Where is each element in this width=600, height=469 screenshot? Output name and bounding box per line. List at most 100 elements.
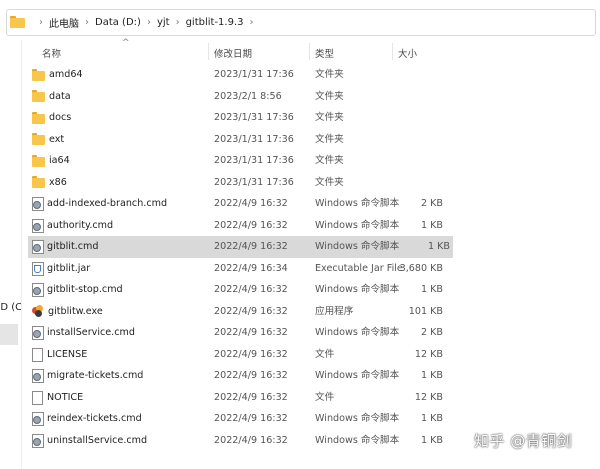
file-size: 2 KB	[420, 327, 443, 338]
file-row[interactable]: docs 2023/1/31 17:36 文件夹	[22, 107, 452, 129]
file-type: 文件	[315, 391, 335, 403]
file-row[interactable]: add-indexed-branch.cmd 2022/4/9 16:32 Wind…	[22, 193, 452, 215]
file-name-cell[interactable]: amd64	[32, 64, 83, 86]
file-row[interactable]: uninstallService.cmd 2022/4/9 16:32 Window…	[22, 430, 452, 452]
folder-icon	[32, 111, 45, 124]
file-modified-date: 2022/4/9 16:32	[214, 391, 288, 403]
chevron-right-icon[interactable]: ›	[176, 17, 180, 28]
file-type: 文件夹	[315, 90, 344, 102]
file-name-cell[interactable]: ext	[32, 129, 64, 151]
file-name: docs	[49, 112, 72, 124]
file-modified-date: 2023/1/31 17:36	[214, 155, 294, 166]
file-explorer-window: › 此电脑 › Data (D:) › yjt › gitblit-1.9.3 …	[0, 0, 600, 469]
file-size: 1 KB	[427, 241, 450, 252]
file-type: 文件夹	[315, 176, 344, 188]
file-row[interactable]: authority.cmd 2022/4/9 16:32 Windows 命令脚本 1…	[22, 215, 452, 237]
column-header-size[interactable]: 大小	[398, 46, 417, 60]
file-row[interactable]: gitblitw.exe 2022/4/9 16:32 应用程序 101 KB	[22, 301, 452, 323]
column-divider[interactable]	[309, 43, 310, 60]
address-bar[interactable]: › 此电脑 › Data (D:) › yjt › gitblit-1.9.3 …	[0, 6, 600, 38]
file-name-cell[interactable]: gitblitw.exe	[32, 301, 103, 323]
chevron-right-icon[interactable]: ›	[85, 17, 89, 28]
column-divider[interactable]	[208, 43, 209, 60]
breadcrumb-item-gitblit[interactable]: gitblit-1.9.3	[186, 17, 244, 28]
cmd-script-icon	[32, 283, 44, 298]
file-size: 1 KB	[420, 413, 443, 424]
file-modified-date: 2022/4/9 16:32	[214, 413, 288, 424]
file-row[interactable]: gitblit.cmd 2022/4/9 16:32 Windows 命令脚本 1 K…	[28, 236, 453, 258]
file-name: authority.cmd	[47, 219, 114, 231]
application-icon	[32, 305, 44, 318]
file-name-cell[interactable]: LICENSE	[32, 344, 87, 366]
breadcrumb-item-data-drive[interactable]: Data (D:)	[95, 17, 141, 28]
nav-item-selected[interactable]	[0, 324, 18, 345]
file-modified-date: 2022/4/9 16:32	[214, 348, 288, 360]
folder-icon	[32, 176, 45, 189]
file-modified-date: 2022/4/9 16:32	[214, 305, 288, 317]
file-name-cell[interactable]: ia64	[32, 150, 70, 172]
file-name: gitblitw.exe	[48, 305, 103, 317]
cmd-script-icon	[32, 433, 44, 448]
file-row[interactable]: NOTICE 2022/4/9 16:32 文件 12 KB	[22, 387, 452, 409]
column-header-type[interactable]: 类型	[315, 46, 334, 60]
column-header-name[interactable]: 名称	[42, 46, 61, 60]
file-type: Windows 命令脚本	[315, 434, 400, 446]
file-name-cell[interactable]: docs	[32, 107, 71, 129]
file-name-cell[interactable]: add-indexed-branch.cmd	[32, 193, 167, 215]
file-row[interactable]: installService.cmd 2022/4/9 16:32 Windows …	[22, 322, 452, 344]
file-row[interactable]: migrate-tickets.cmd 2022/4/9 16:32 Windows…	[22, 365, 452, 387]
file-size: 12 KB	[414, 391, 443, 403]
breadcrumb-item-this-pc[interactable]: 此电脑	[49, 15, 79, 30]
file-type: 应用程序	[315, 305, 354, 317]
breadcrumb-item-yjt[interactable]: yjt	[157, 17, 170, 28]
file-name-cell[interactable]: uninstallService.cmd	[32, 430, 147, 452]
file-type: Windows 命令脚本	[315, 413, 400, 424]
watermark: 知乎 @青铜剑	[474, 432, 573, 450]
nav-item-drive-label[interactable]: SD (C	[0, 302, 22, 313]
column-header-date[interactable]: 修改日期	[214, 46, 252, 60]
file-modified-date: 2022/4/9 16:32	[214, 284, 288, 295]
file-name-cell[interactable]: installService.cmd	[32, 322, 135, 344]
file-type: 文件夹	[315, 69, 344, 80]
file-name-cell[interactable]: gitblit-stop.cmd	[32, 279, 123, 301]
file-name-cell[interactable]: authority.cmd	[32, 215, 113, 237]
folder-icon	[32, 90, 45, 103]
file-size: 1 KB	[420, 370, 443, 381]
file-row[interactable]: LICENSE 2022/4/9 16:32 文件 12 KB	[22, 344, 452, 366]
file-name: add-indexed-branch.cmd	[47, 198, 168, 210]
file-row[interactable]: amd64 2023/1/31 17:36 文件夹	[22, 64, 452, 86]
file-size: 1 KB	[420, 284, 443, 295]
cmd-script-icon	[32, 369, 44, 384]
jar-file-icon	[32, 261, 44, 276]
file-name-cell[interactable]: data	[32, 86, 71, 108]
file-size: 12 KB	[414, 348, 443, 360]
file-modified-date: 2022/4/9 16:32	[214, 327, 288, 338]
file-type: 文件夹	[315, 155, 344, 166]
chevron-right-icon[interactable]: ›	[250, 17, 254, 28]
file-name: data	[49, 90, 71, 102]
cmd-script-icon	[32, 218, 44, 233]
file-type: Windows 命令脚本	[315, 198, 400, 209]
file-name: amd64	[49, 69, 83, 81]
file-row[interactable]: data 2023/2/1 8:56 文件夹	[22, 86, 452, 108]
file-row[interactable]: ext 2023/1/31 17:36 文件夹	[22, 129, 452, 151]
column-divider[interactable]	[392, 43, 393, 60]
file-row[interactable]: ia64 2023/1/31 17:36 文件夹	[22, 150, 452, 172]
file-size: 1 KB	[420, 434, 443, 446]
file-name: gitblit-stop.cmd	[47, 284, 123, 296]
file-name-cell[interactable]: reindex-tickets.cmd	[32, 408, 142, 430]
file-name-cell[interactable]: NOTICE	[32, 387, 83, 409]
file-modified-date: 2023/2/1 8:56	[214, 90, 282, 102]
file-name-cell[interactable]: gitblit.cmd	[32, 236, 98, 258]
file-row[interactable]: gitblit-stop.cmd 2022/4/9 16:32 Windows 命令…	[22, 279, 452, 301]
breadcrumb: › 此电脑 › Data (D:) › yjt › gitblit-1.9.3 …	[0, 6, 260, 38]
file-name-cell[interactable]: gitblit.jar	[32, 258, 90, 280]
file-name-cell[interactable]: migrate-tickets.cmd	[32, 365, 143, 387]
file-modified-date: 2023/1/31 17:36	[214, 133, 294, 145]
file-row[interactable]: x86 2023/1/31 17:36 文件夹	[22, 172, 452, 194]
file-row[interactable]: gitblit.jar 2022/4/9 16:34 Executable Jar …	[22, 258, 452, 280]
chevron-right-icon[interactable]: ›	[147, 17, 151, 28]
file-row[interactable]: reindex-tickets.cmd 2022/4/9 16:32 Windows…	[22, 408, 452, 430]
file-list: amd64 2023/1/31 17:36 文件夹 data 2023/2/1 8:56…	[22, 64, 453, 452]
file-name-cell[interactable]: x86	[32, 172, 67, 194]
